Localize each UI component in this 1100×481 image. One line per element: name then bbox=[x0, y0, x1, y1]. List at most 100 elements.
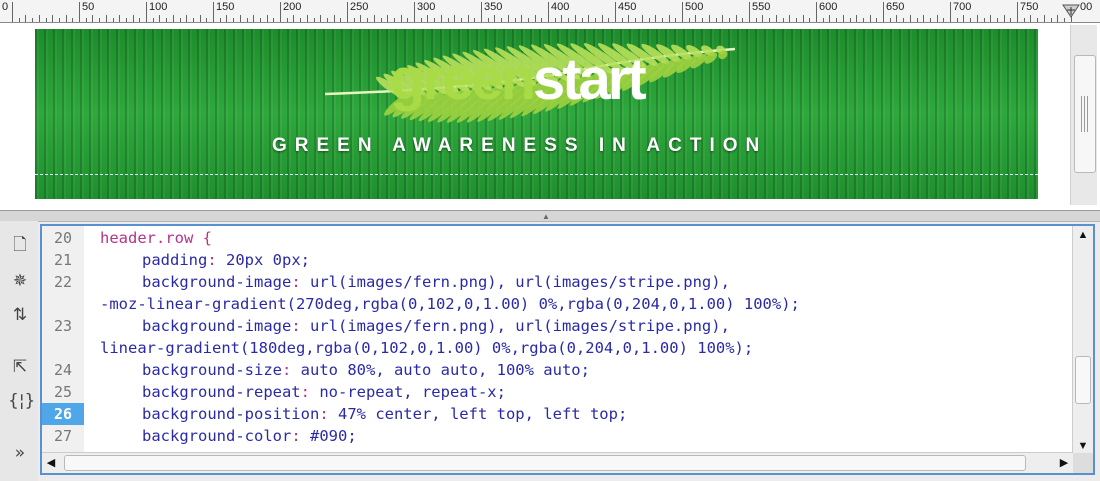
ruler-tick bbox=[628, 15, 629, 22]
code-view[interactable]: 20 21 22 23 24 25 26 27 header.row {padding: 20… bbox=[40, 224, 1095, 475]
scroll-up-icon[interactable]: ▲ bbox=[1074, 226, 1092, 244]
code-line[interactable]: background-repeat: no-repeat, repeat-x; bbox=[142, 381, 506, 403]
ruler-tick bbox=[729, 18, 730, 22]
splitter-handle-icon[interactable]: ▲ bbox=[542, 212, 550, 221]
ruler-tick bbox=[615, 2, 616, 22]
design-vertical-scrollbar[interactable] bbox=[1070, 25, 1097, 205]
tagline: GREEN AWARENESS IN ACTION bbox=[272, 135, 768, 156]
ruler-tick bbox=[327, 18, 328, 22]
ruler-tick bbox=[247, 18, 248, 22]
ruler-tick bbox=[990, 15, 991, 22]
ruler-tick bbox=[635, 18, 636, 22]
code-vertical-thumb[interactable] bbox=[1075, 356, 1091, 404]
ruler-label: 750 bbox=[1020, 1, 1039, 13]
code-line[interactable]: background-image: url(images/fern.png), … bbox=[142, 315, 730, 337]
code-line[interactable]: linear-gradient(180deg,rgba(0,102,0,1.00… bbox=[100, 337, 753, 359]
more-icon[interactable]: » bbox=[8, 441, 32, 465]
css-value: url(images/fern.png), url(images/stripe.… bbox=[300, 317, 730, 335]
code-horizontal-scrollbar[interactable]: ◀ ▶ bbox=[42, 452, 1073, 473]
code-line[interactable]: background-color: #090; bbox=[142, 425, 357, 447]
ruler-tick bbox=[139, 18, 140, 22]
ruler-tick bbox=[79, 2, 80, 22]
ruler-tick bbox=[575, 15, 576, 22]
code-horizontal-thumb[interactable] bbox=[64, 455, 1026, 471]
ruler-tick bbox=[253, 15, 254, 22]
ruler-tick bbox=[434, 18, 435, 22]
ruler-tick bbox=[401, 15, 402, 22]
site-logo: greenstart bbox=[390, 51, 647, 109]
ruler-tick bbox=[890, 18, 891, 22]
file-icon[interactable]: 🗋 bbox=[8, 233, 32, 257]
ruler-tick bbox=[561, 15, 562, 22]
ruler-tick bbox=[314, 18, 315, 22]
ruler-tick bbox=[957, 18, 958, 22]
ruler-tick bbox=[535, 15, 536, 22]
css-property: padding bbox=[142, 251, 208, 269]
ruler-label: 00 bbox=[1080, 1, 1093, 13]
ruler-tick bbox=[1057, 15, 1058, 22]
ruler-tick bbox=[923, 15, 924, 22]
ruler-tick bbox=[159, 15, 160, 22]
line-number: 22 bbox=[53, 273, 73, 291]
ruler-tick bbox=[468, 15, 469, 22]
ruler-tick bbox=[1037, 18, 1038, 22]
scrollbar-corner bbox=[1073, 453, 1093, 473]
css-value-continued: -moz-linear-gradient(270deg,rgba(0,102,0… bbox=[100, 295, 800, 313]
css-property: background-repeat bbox=[142, 383, 301, 401]
ruler-label: 600 bbox=[819, 1, 838, 13]
view-splitter[interactable]: ▲ bbox=[0, 210, 1100, 222]
ruler-tick bbox=[12, 2, 13, 22]
ruler-tick bbox=[823, 18, 824, 22]
ruler-tick bbox=[381, 18, 382, 22]
code-vertical-scrollbar[interactable]: ▲ ▼ bbox=[1072, 226, 1093, 455]
ruler-tick bbox=[186, 15, 187, 22]
code-line[interactable]: background-position: 47% center, left to… bbox=[142, 403, 627, 425]
logo-white-text: start bbox=[532, 47, 647, 112]
ruler-tick bbox=[709, 15, 710, 22]
ruler-tick bbox=[461, 18, 462, 22]
ruler-tick bbox=[883, 2, 884, 22]
grip-line bbox=[1084, 96, 1085, 132]
scroll-right-icon[interactable]: ▶ bbox=[1055, 454, 1073, 472]
ruler-tick bbox=[568, 18, 569, 22]
braces-icon[interactable]: {¦} bbox=[8, 389, 35, 413]
header-banner[interactable]: greenstart GREEN AWARENESS IN ACTION bbox=[35, 29, 1038, 199]
ruler-label: 300 bbox=[417, 1, 436, 13]
code-line[interactable]: background-size: auto 80%, auto auto, 10… bbox=[142, 359, 590, 381]
code-line[interactable]: padding: 20px 0px; bbox=[142, 249, 310, 271]
ruler-tick bbox=[608, 18, 609, 22]
ruler-tick bbox=[233, 18, 234, 22]
ruler-guide-icon[interactable] bbox=[1062, 3, 1080, 19]
colon: : bbox=[281, 361, 292, 379]
code-line[interactable]: background-image: url(images/fern.png), … bbox=[142, 271, 730, 293]
code-line[interactable]: -moz-linear-gradient(270deg,rgba(0,102,0… bbox=[100, 293, 800, 315]
ruler-tick bbox=[1010, 18, 1011, 22]
ruler-tick bbox=[736, 15, 737, 22]
ruler-tick bbox=[682, 2, 683, 22]
scroll-left-icon[interactable]: ◀ bbox=[42, 454, 60, 472]
ruler-tick bbox=[501, 18, 502, 22]
ruler-tick bbox=[454, 15, 455, 22]
ruler-label: 0 bbox=[2, 1, 9, 13]
ruler-tick bbox=[515, 18, 516, 22]
css-value-continued: linear-gradient(180deg,rgba(0,102,0,1.00… bbox=[100, 339, 754, 357]
ruler-tick bbox=[796, 18, 797, 22]
css-value: auto 80%, auto auto, 100% auto; bbox=[291, 361, 590, 379]
ruler-tick bbox=[776, 15, 777, 22]
line-number: 20 bbox=[53, 229, 73, 247]
ruler-tick bbox=[166, 18, 167, 22]
gear-icon[interactable]: ✵ bbox=[8, 269, 32, 293]
ruler-tick bbox=[930, 18, 931, 22]
ruler-tick bbox=[146, 2, 147, 22]
row-boundary-line bbox=[35, 174, 1038, 175]
design-scroll-thumb[interactable] bbox=[1074, 55, 1096, 173]
expand-icon[interactable]: ⇅ bbox=[8, 303, 32, 327]
css-value: 20px 0px; bbox=[216, 251, 310, 269]
ruler-tick bbox=[762, 15, 763, 22]
ruler-tick bbox=[662, 18, 663, 22]
ruler-tick bbox=[602, 15, 603, 22]
code-line[interactable]: header.row { bbox=[100, 227, 212, 249]
select-icon[interactable]: ⇱ bbox=[8, 355, 32, 379]
ruler-label: 650 bbox=[886, 1, 905, 13]
colon: : bbox=[291, 273, 301, 291]
